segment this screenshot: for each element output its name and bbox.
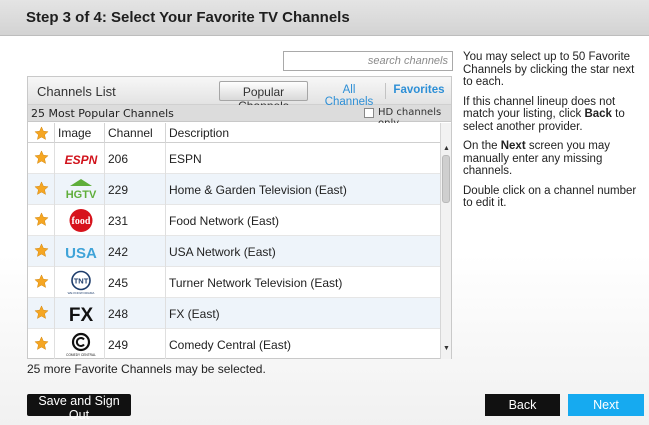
page-title: Step 3 of 4: Select Your Favorite TV Cha… <box>26 9 350 26</box>
column-header-image: Image <box>58 126 92 140</box>
list-subtitle: 25 Most Popular Channels <box>31 107 174 120</box>
list-scrollbar[interactable]: ▲ ▼ <box>440 123 451 359</box>
tab-all-channels[interactable]: All Channels <box>317 81 381 108</box>
help-paragraph: If this channel lineup does not match yo… <box>463 95 625 133</box>
column-header-channel: Channel <box>108 126 153 140</box>
help-paragraph: Double click on a channel number to edit… <box>463 184 637 210</box>
channel-number[interactable]: 249 <box>108 338 128 352</box>
table-header: Image Channel Description <box>28 123 440 143</box>
save-and-sign-out-button[interactable]: Save and Sign Out <box>27 394 131 422</box>
back-button[interactable]: Back <box>485 394 560 416</box>
hd-only-checkbox[interactable] <box>364 108 374 118</box>
star-icon[interactable] <box>34 305 49 320</box>
channels-panel-header: Channels List Popular Channels All Chann… <box>28 77 451 113</box>
help-text: You may select up to 50 Favorite Channel… <box>463 51 645 217</box>
scroll-down-icon[interactable]: ▼ <box>443 345 450 352</box>
channel-number[interactable]: 248 <box>108 307 128 321</box>
svg-text:HGTV: HGTV <box>66 189 97 201</box>
svg-text:WE KNOW DRAMA: WE KNOW DRAMA <box>68 291 95 295</box>
star-icon[interactable] <box>34 212 49 227</box>
scroll-thumb[interactable] <box>442 155 450 203</box>
espn-logo-icon: ESPN <box>65 153 98 167</box>
tab-favorites[interactable]: Favorites <box>390 81 448 101</box>
channel-description: Home & Garden Television (East) <box>169 183 347 197</box>
svg-text:food: food <box>72 216 91 227</box>
channel-number[interactable]: 229 <box>108 183 128 197</box>
svg-text:COMEDY CENTRAL: COMEDY CENTRAL <box>66 353 96 357</box>
star-icon[interactable] <box>34 181 49 196</box>
tnt-logo-icon: TNT WE KNOW DRAMA <box>68 270 95 295</box>
table-row[interactable]: TNT WE KNOW DRAMA 245 Turner Network Tel… <box>28 267 440 298</box>
channel-number[interactable]: 245 <box>108 276 128 290</box>
page-header: Step 3 of 4: Select Your Favorite TV Cha… <box>0 0 649 36</box>
channel-description: Turner Network Television (East) <box>169 276 343 290</box>
table-row[interactable]: FX 248 FX (East) <box>28 298 440 329</box>
hgtv-logo-icon: HGTV <box>66 179 97 201</box>
channel-description: Comedy Central (East) <box>169 338 292 352</box>
svg-text:USA: USA <box>65 245 97 262</box>
channel-number[interactable]: 242 <box>108 245 128 259</box>
table-row[interactable]: HGTV 229 Home & Garden Television (East) <box>28 174 440 205</box>
channel-number[interactable]: 206 <box>108 152 128 166</box>
help-paragraph: You may select up to 50 Favorite Channel… <box>463 51 635 88</box>
search-input[interactable] <box>283 51 453 71</box>
svg-text:ESPN: ESPN <box>65 153 98 167</box>
column-divider <box>104 123 105 143</box>
tab-divider <box>385 83 386 99</box>
svg-text:FX: FX <box>69 305 94 326</box>
channel-list: ESPN 206 ESPN HGTV 229 Home & Garden Tel… <box>28 143 440 359</box>
food-network-logo-icon: food <box>69 209 93 232</box>
scroll-up-icon[interactable]: ▲ <box>443 145 450 152</box>
list-subheader: 25 Most Popular Channels HD channels onl… <box>28 105 451 129</box>
table-row[interactable]: USA 242 USA Network (East) <box>28 236 440 267</box>
column-header-description: Description <box>169 126 230 140</box>
next-button[interactable]: Next <box>568 394 644 416</box>
channel-description: ESPN <box>169 152 202 166</box>
table-row[interactable]: COMEDY CENTRAL 249 Comedy Central (East) <box>28 329 440 359</box>
star-icon[interactable] <box>34 126 49 141</box>
channel-description: FX (East) <box>169 307 220 321</box>
table-row[interactable]: ESPN 206 ESPN <box>28 143 440 174</box>
channels-panel: Channels List Popular Channels All Chann… <box>27 76 452 359</box>
help-paragraph: On the Next screen you may manually ente… <box>463 140 611 177</box>
favorites-remaining-status: 25 more Favorite Channels may be selecte… <box>27 362 266 376</box>
star-icon[interactable] <box>34 274 49 289</box>
svg-text:TNT: TNT <box>74 277 89 286</box>
tab-popular-channels[interactable]: Popular Channels <box>219 81 308 113</box>
column-divider <box>54 123 55 143</box>
usa-network-logo-icon: USA <box>65 245 97 262</box>
channel-number[interactable]: 231 <box>108 214 128 228</box>
fx-logo-icon: FX <box>69 305 94 326</box>
table-row[interactable]: food 231 Food Network (East) <box>28 205 440 236</box>
column-divider <box>165 123 166 143</box>
star-icon[interactable] <box>34 243 49 258</box>
channel-description: USA Network (East) <box>169 245 276 259</box>
star-icon[interactable] <box>34 150 49 165</box>
star-icon[interactable] <box>34 336 49 351</box>
channel-description: Food Network (East) <box>169 214 280 228</box>
comedy-central-logo-icon: COMEDY CENTRAL <box>66 332 96 357</box>
channels-list-title: Channels List <box>37 84 116 99</box>
